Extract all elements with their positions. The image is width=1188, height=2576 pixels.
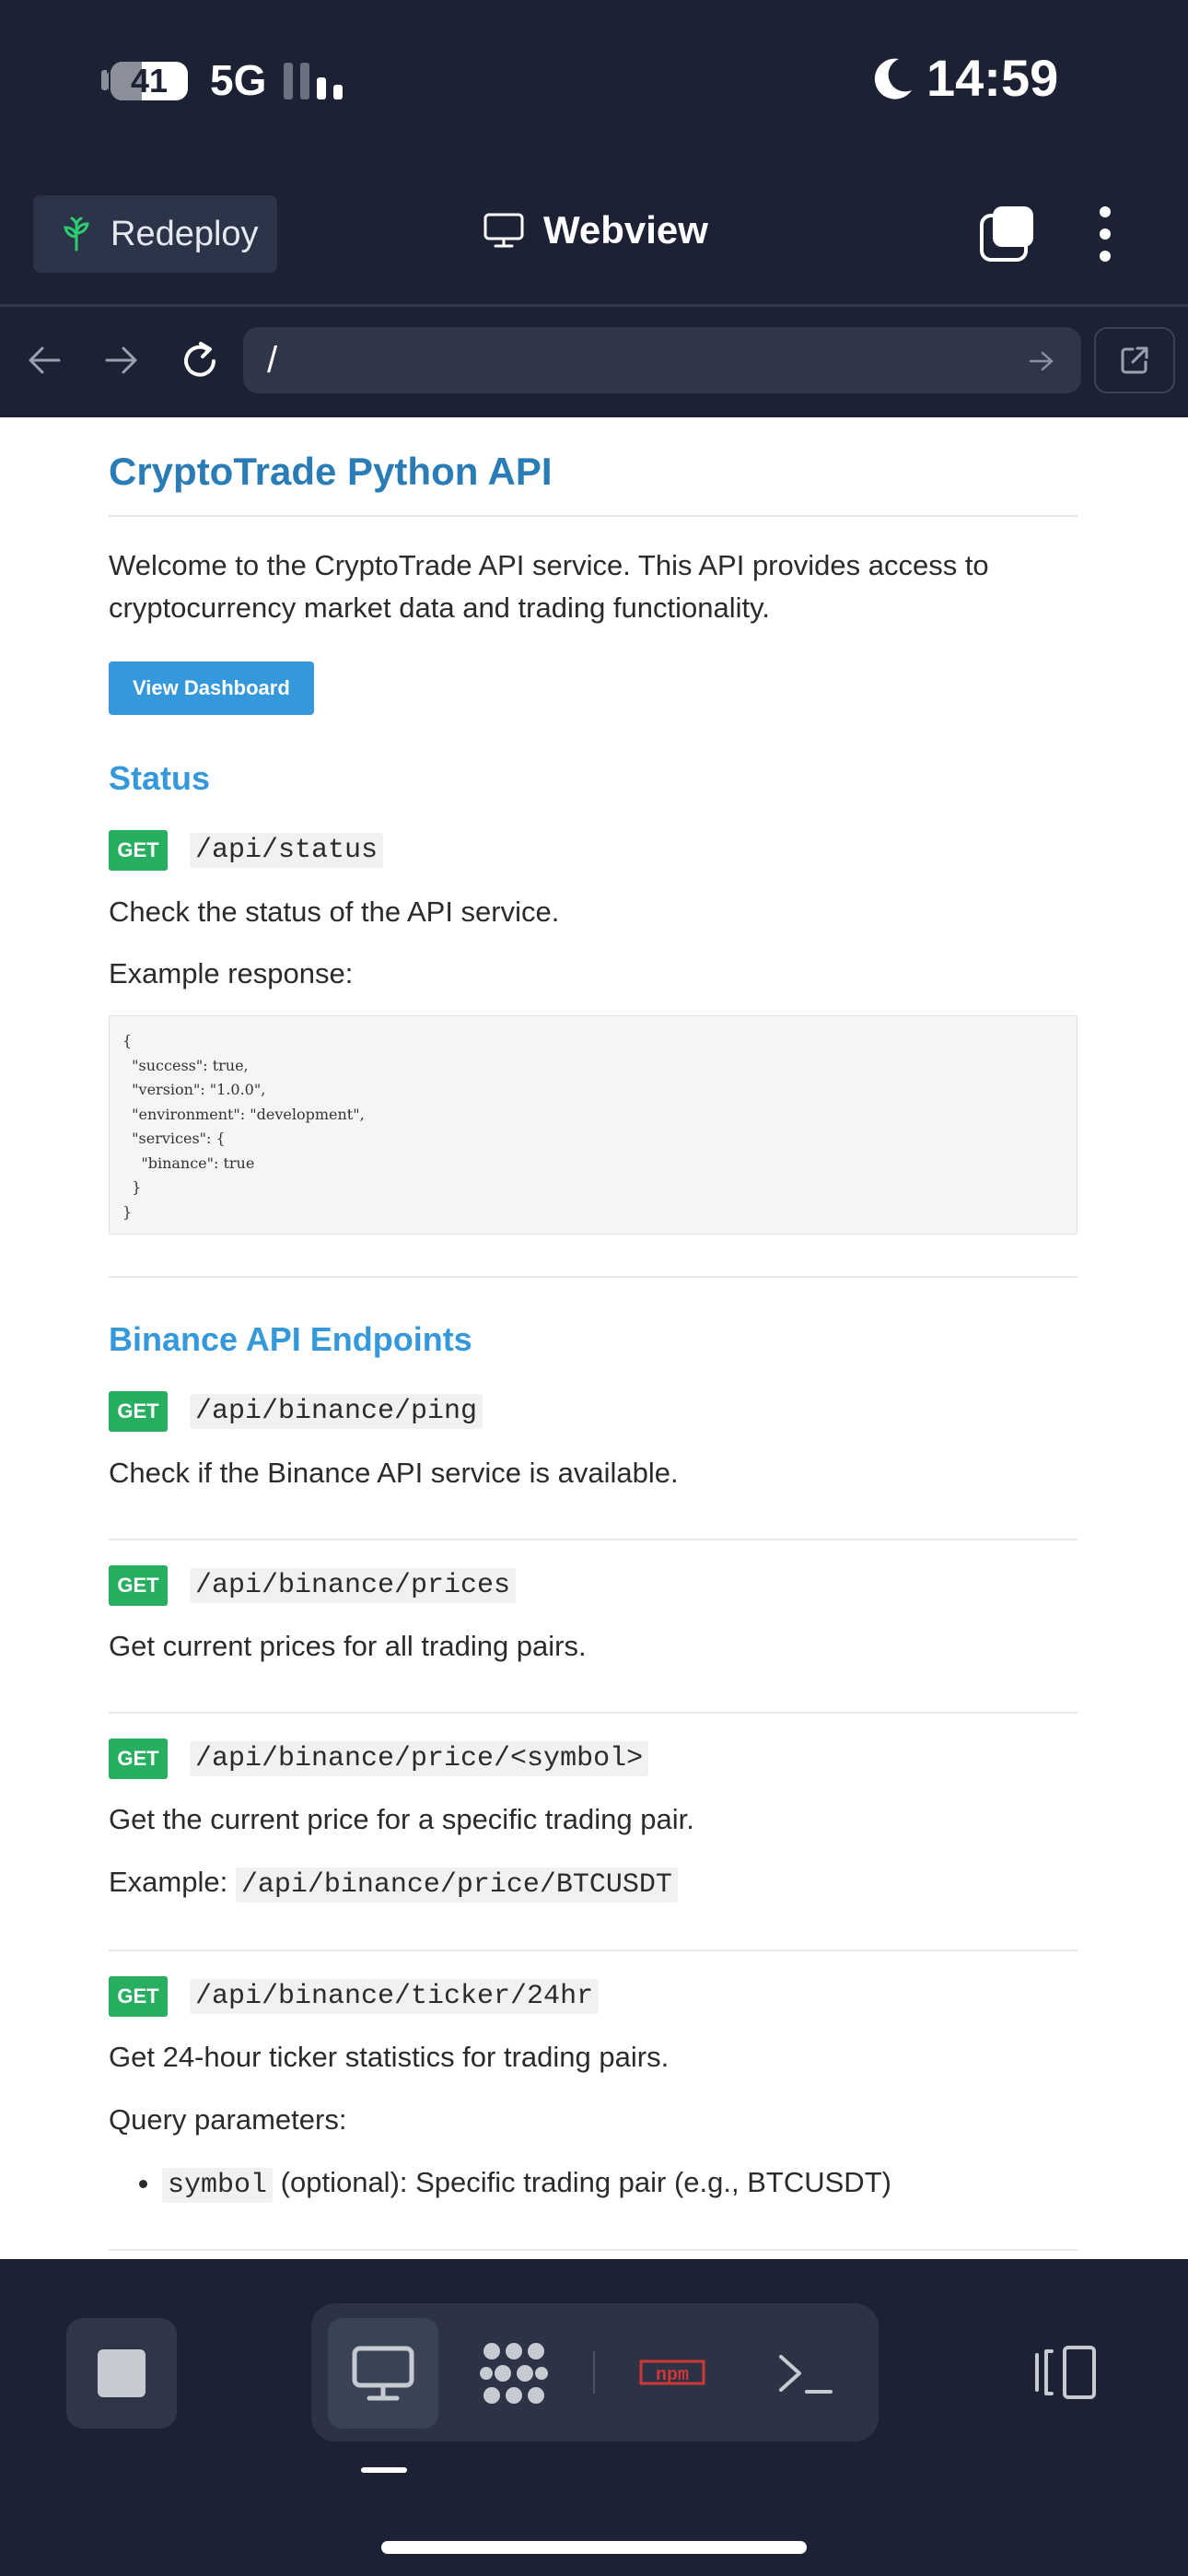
endpoint-divider [109,1950,1077,1951]
external-link-icon [1121,346,1148,374]
terminal-icon [779,2355,833,2394]
signal-icon [284,63,348,100]
npm-label: npm [656,2365,689,2386]
active-tab-indicator [361,2467,407,2473]
get-badge: GET [109,1391,168,1432]
more-options-icon[interactable] [1092,205,1118,263]
endpoint-divider [109,1712,1077,1714]
param-name: symbol [162,2168,274,2203]
app-header: Redeploy Webview [0,184,1188,307]
binance-heading: Binance API Endpoints [109,1320,472,1358]
battery-level: 41 [130,62,169,100]
endpoint-path: /api/binance/ticker/24hr [190,1979,600,2014]
status-description: Check the status of the API service. [109,896,560,928]
address-bar: / [0,307,1188,417]
panel-toggle-icon[interactable] [1030,2344,1100,2401]
endpoint-path: /api/binance/ping [190,1394,483,1429]
open-external-button[interactable] [1094,327,1175,393]
forward-arrow-icon[interactable] [103,344,140,377]
stop-button[interactable] [66,2318,177,2429]
query-parameters-list: symbol (optional): Specific trading pair… [109,2161,1131,2207]
intro-text: Welcome to the CryptoTrade API service. … [109,549,989,624]
section-divider [109,1276,1077,1278]
clock: 14:59 [926,49,1059,107]
example-response-label: Example response: [109,957,354,989]
back-arrow-icon[interactable] [26,344,63,377]
dock-npm-button[interactable]: npm [617,2318,728,2429]
dock-preview-button[interactable] [328,2318,438,2429]
status-endpoint: GET /api/status [109,830,1077,871]
get-badge: GET [109,830,168,871]
dock: npm [311,2303,879,2441]
url-input[interactable]: / [243,327,1081,393]
status-heading: Status [109,759,211,797]
endpoint-path: /api/binance/price/<symbol> [190,1741,649,1776]
get-badge: GET [109,1565,168,1606]
endpoint-description: Get current prices for all trading pairs… [109,1630,587,1662]
redeploy-button[interactable]: Redeploy [33,195,277,273]
endpoint-description: Check if the Binance API service is avai… [109,1457,679,1489]
endpoint-description: Get 24-hour ticker statistics for tradin… [109,2041,670,2073]
webview-title: Webview [483,208,708,252]
example-label: Example: [109,1866,228,1898]
reload-icon[interactable] [179,340,221,382]
example-response-code: { "success": true, "version": "1.0.0", "… [109,1015,1077,1235]
dock-terminal-button[interactable] [750,2318,860,2429]
webview-content: CryptoTrade Python API Welcome to the Cr… [0,417,1188,2259]
go-arrow-icon[interactable] [1028,349,1055,373]
view-dashboard-button[interactable]: View Dashboard [109,662,314,715]
dock-packages-button[interactable] [459,2318,569,2429]
url-text: / [267,340,278,381]
list-item: symbol (optional): Specific trading pair… [162,2161,1131,2207]
preview-icon [352,2346,414,2401]
bottom-toolbar: npm [0,2259,1188,2576]
battery-indicator: 41 [111,62,188,100]
endpoint-ping: GET /api/binance/ping [109,1391,1077,1432]
get-badge: GET [109,1976,168,2017]
page-title: CryptoTrade Python API [109,450,553,493]
query-parameters-label: Query parameters: [109,2103,347,2136]
get-badge: GET [109,1739,168,1779]
home-indicator [381,2541,807,2554]
packages-icon [480,2343,548,2404]
title-divider [109,515,1077,517]
endpoint-path: /api/binance/prices [190,1568,517,1603]
endpoint-prices: GET /api/binance/prices [109,1565,1077,1606]
tabs-icon[interactable] [978,205,1037,263]
moon-icon [874,58,912,100]
param-description: (optional): Specific trading pair (e.g.,… [280,2166,891,2198]
status-bar: 41 5G 14:59 [0,0,1188,166]
webview-title-text: Webview [543,208,708,252]
monitor-icon [483,213,524,248]
endpoint-example: Example: /api/binance/price/BTCUSDT [109,1861,1077,1906]
redeploy-label: Redeploy [111,214,259,253]
example-path: /api/binance/price/BTCUSDT [235,1868,678,1903]
endpoint-ticker-24hr: GET /api/binance/ticker/24hr [109,1976,1077,2017]
npm-icon: npm [639,2359,705,2386]
endpoint-description: Get the current price for a specific tra… [109,1803,694,1835]
endpoint-path: /api/status [190,833,384,868]
endpoint-price-symbol: GET /api/binance/price/<symbol> [109,1739,1077,1779]
network-type: 5G [210,56,267,104]
dock-separator [593,2351,595,2394]
sprout-icon [64,217,89,252]
endpoint-divider [109,1539,1077,1540]
stop-icon [98,2349,146,2397]
battery-cap [101,70,107,90]
endpoint-divider [109,2249,1077,2251]
